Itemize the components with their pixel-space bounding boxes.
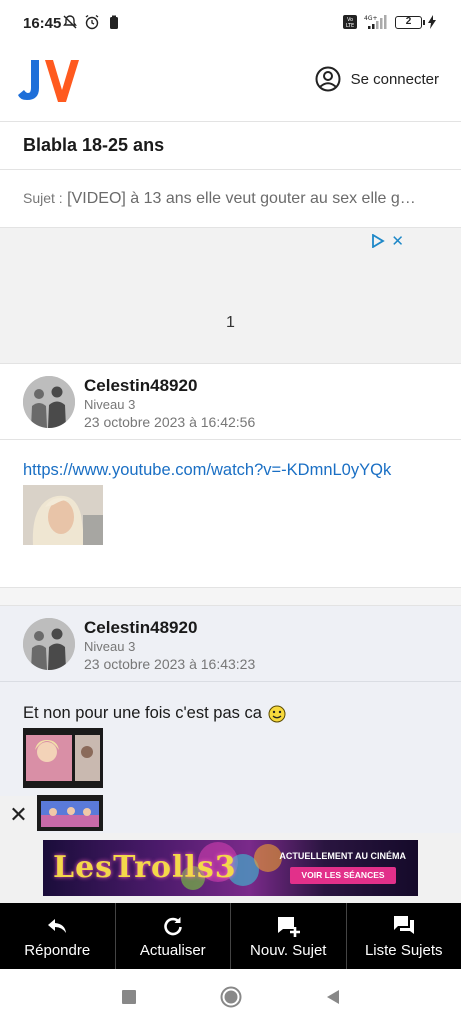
login-button[interactable]: Se connecter xyxy=(315,64,439,94)
topic-list-icon xyxy=(393,915,414,934)
status-icons-right: Vo LTE 4G+ 2 xyxy=(343,14,437,30)
svg-text:4G+: 4G+ xyxy=(364,15,378,22)
status-time: 16:45 xyxy=(23,15,62,32)
post-image-thumbnail[interactable] xyxy=(37,795,103,831)
topic-subject: Sujet : [VIDEO] à 13 ans elle veut goute… xyxy=(0,170,461,228)
battery-indicator: 2 xyxy=(395,15,425,29)
reply-icon xyxy=(48,918,67,933)
post-date[interactable]: 23 octobre 2023 à 16:43:23 xyxy=(84,656,255,672)
post-date[interactable]: 23 octobre 2023 à 16:42:56 xyxy=(84,414,255,430)
reply-button[interactable]: Répondre xyxy=(0,903,116,969)
smiley-icon xyxy=(268,705,286,722)
new-topic-label: Nouv. Sujet xyxy=(250,941,327,959)
reply-label: Répondre xyxy=(24,941,91,959)
ad-cta-button[interactable]: VOIR LES SÉANCES xyxy=(290,867,396,884)
new-topic-icon xyxy=(278,916,301,937)
system-nav-bar xyxy=(0,969,461,1024)
post-item: Celestin48920 Niveau 3 23 octobre 2023 à… xyxy=(0,364,461,588)
recent-apps-button[interactable] xyxy=(117,985,141,1009)
login-label: Se connecter xyxy=(350,70,439,88)
ad-close-button[interactable]: ✕ xyxy=(0,796,37,833)
status-icons-left xyxy=(62,14,122,30)
battery-saver-icon xyxy=(110,15,118,29)
action-bar: Répondre Actualiser Nouv. Sujet Liste Su… xyxy=(0,903,461,969)
subject-prefix: Sujet : xyxy=(23,190,63,206)
post-author[interactable]: Celestin48920 xyxy=(84,376,197,396)
avatar-silhouette-icon xyxy=(23,618,75,670)
square-icon xyxy=(121,989,136,1004)
ad-banner-bottom[interactable]: LesTrolls3 ACTUELLEMENT AU CINÉMA VOIR L… xyxy=(0,833,461,903)
svg-text:LTE: LTE xyxy=(346,23,354,29)
back-button[interactable] xyxy=(321,985,345,1009)
refresh-button[interactable]: Actualiser xyxy=(116,903,231,969)
post-header: Celestin48920 Niveau 3 23 octobre 2023 à… xyxy=(0,364,461,440)
home-circle-icon xyxy=(220,986,241,1007)
post-header: Celestin48920 Niveau 3 23 octobre 2023 à… xyxy=(0,606,461,682)
author-level: Niveau 3 xyxy=(84,639,136,654)
post-image-thumbnail[interactable] xyxy=(23,485,103,545)
forum-title[interactable]: Blabla 18-25 ans xyxy=(0,122,461,170)
post-separator xyxy=(0,588,461,606)
ad-banner-top[interactable]: ✕ 1 xyxy=(0,228,461,364)
topic-list-label: Liste Sujets xyxy=(364,941,443,959)
post-body: Et non pour une fois c'est pas ca xyxy=(23,704,286,723)
jv-logo[interactable] xyxy=(17,58,79,104)
ad-close-icon[interactable]: ✕ xyxy=(391,232,404,250)
signal-icon: 4G+ xyxy=(364,15,387,29)
post-image-thumbnail[interactable] xyxy=(23,728,103,788)
app-header: Se connecter xyxy=(0,48,461,122)
new-topic-button[interactable]: Nouv. Sujet xyxy=(231,903,347,969)
ad-choices-icon[interactable] xyxy=(371,234,385,248)
user-account-icon xyxy=(315,66,341,92)
status-bar: 16:45 Vo LTE 4G+ 2 xyxy=(0,0,461,48)
post-link[interactable]: https://www.youtube.com/watch?v=-KDmnL0y… xyxy=(23,461,391,480)
volte-icon: VoLTE xyxy=(343,15,357,29)
post-author[interactable]: Celestin48920 xyxy=(84,618,197,638)
ad-counter: 1 xyxy=(226,314,235,331)
author-level: Niveau 3 xyxy=(84,397,136,412)
charging-icon xyxy=(428,15,436,29)
trolls-banner-ad[interactable]: LesTrolls3 ACTUELLEMENT AU CINÉMA VOIR L… xyxy=(43,840,418,896)
muted-bell-icon xyxy=(63,15,77,29)
topic-list-button[interactable]: Liste Sujets xyxy=(347,903,461,969)
back-triangle-icon xyxy=(326,989,339,1004)
post-text: Et non pour une fois c'est pas ca xyxy=(23,704,262,722)
subject-title: [VIDEO] à 13 ans elle veut gouter au sex… xyxy=(67,190,416,207)
avatar-silhouette-icon xyxy=(23,376,75,428)
ad-title: LesTrolls3 xyxy=(53,850,237,885)
close-icon: ✕ xyxy=(9,801,28,827)
ad-subtitle: ACTUELLEMENT AU CINÉMA xyxy=(279,851,406,861)
refresh-label: Actualiser xyxy=(139,941,206,959)
refresh-icon xyxy=(164,916,182,935)
avatar[interactable] xyxy=(23,376,75,428)
home-button[interactable] xyxy=(219,985,243,1009)
alarm-icon xyxy=(85,14,99,30)
avatar[interactable] xyxy=(23,618,75,670)
